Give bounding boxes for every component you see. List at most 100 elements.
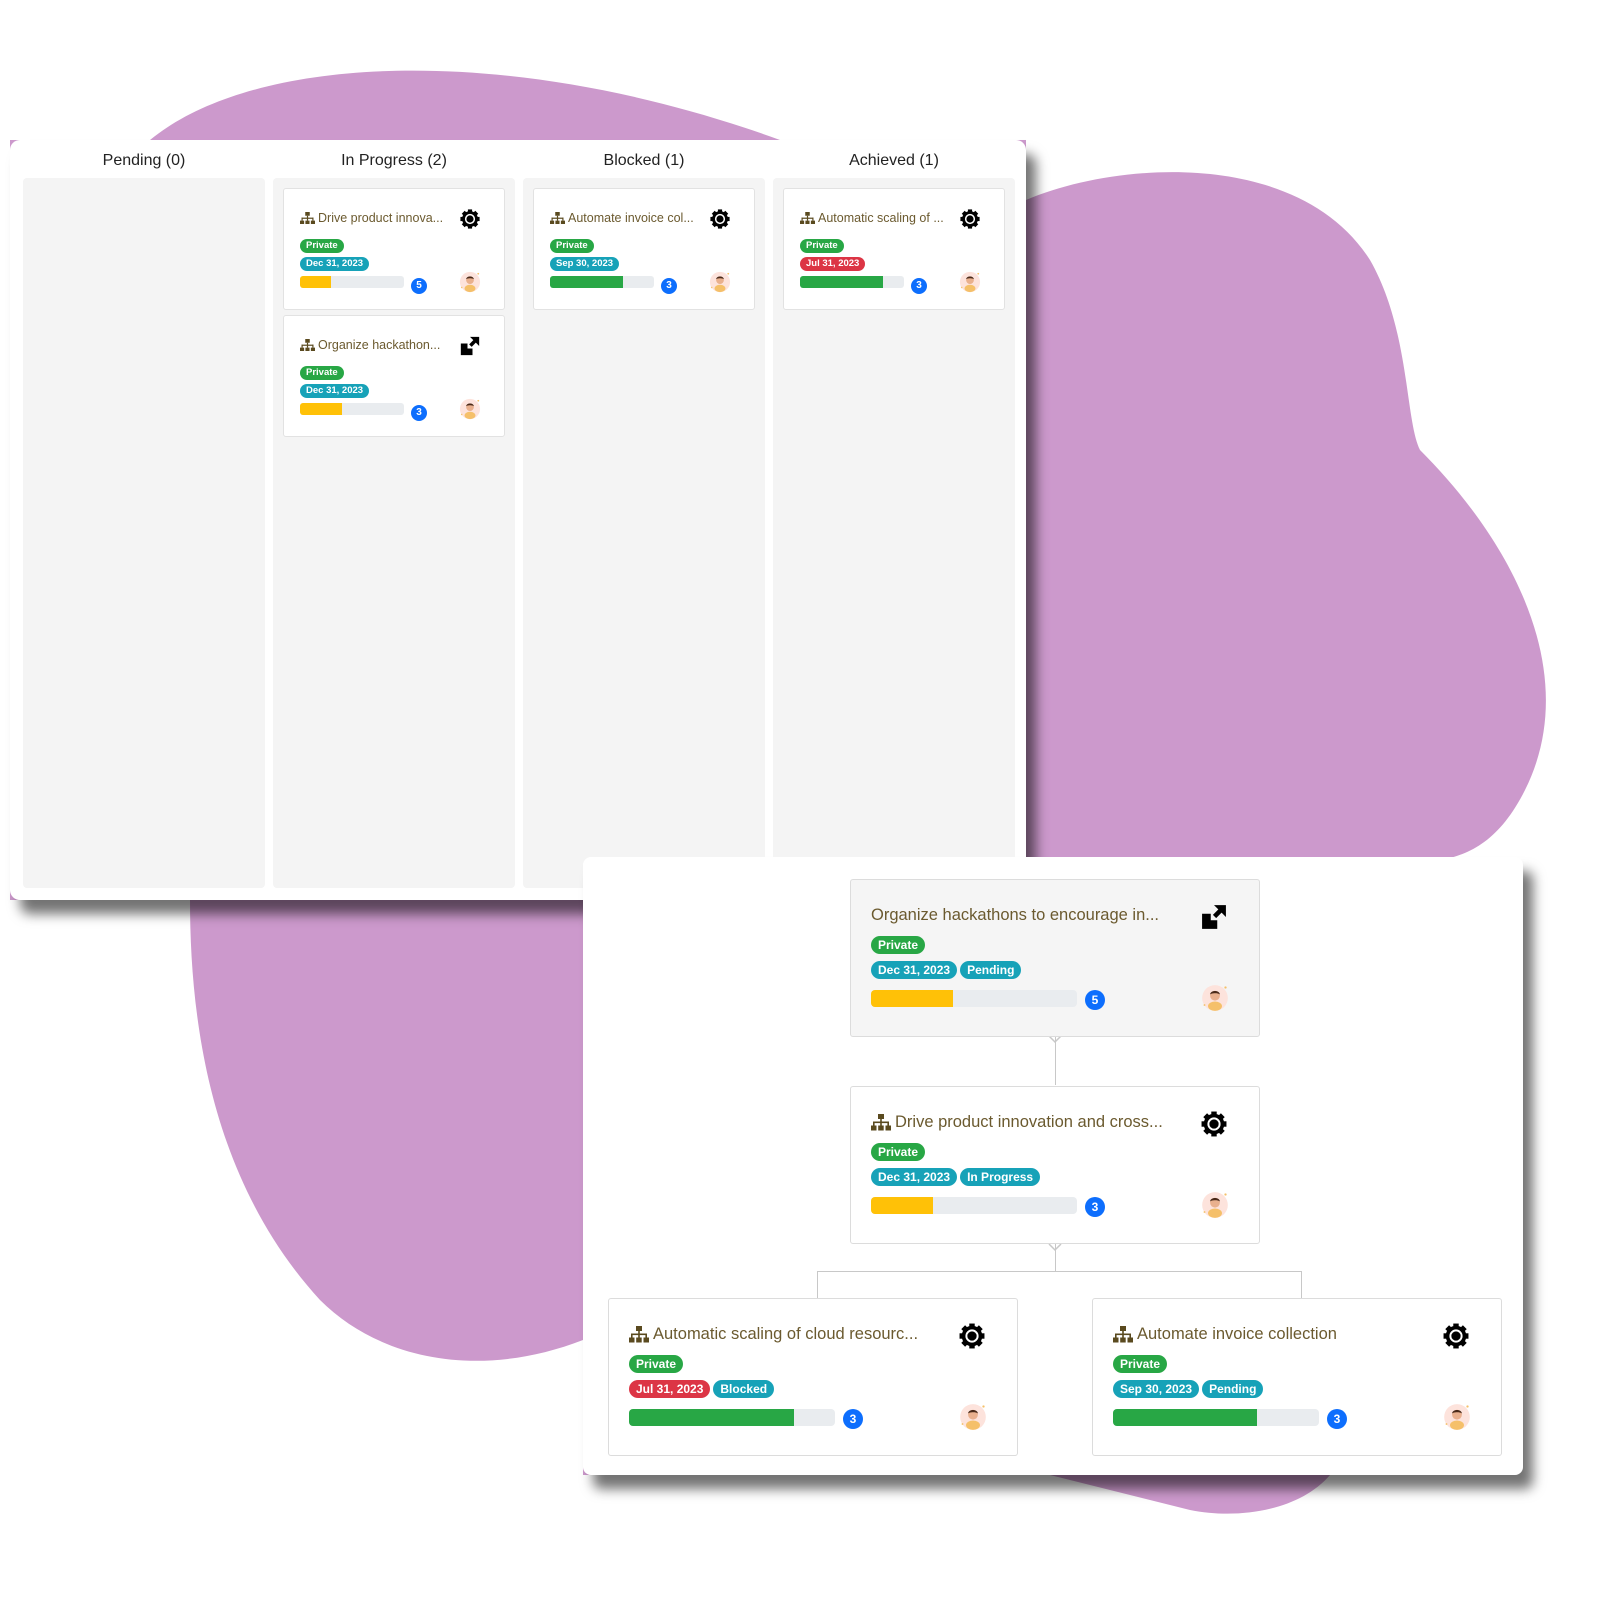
avatar[interactable]: [1201, 984, 1229, 1012]
sitemap-icon: [300, 338, 315, 351]
sitemap-icon: [550, 211, 565, 224]
connector-line: [817, 1271, 818, 1299]
gear-icon[interactable]: [460, 209, 480, 229]
card-title[interactable]: Organize hackathons to encourage in...: [871, 906, 1159, 925]
progress-bar: [800, 276, 904, 288]
count-badge: 3: [1327, 1409, 1347, 1429]
status-badge: Pending: [1202, 1380, 1264, 1398]
date-badge: Sep 30, 2023: [1113, 1380, 1200, 1398]
count-badge: 3: [843, 1409, 863, 1429]
kanban-column: Drive product innova... Private Dec 31, …: [273, 178, 515, 888]
tree-node-card[interactable]: Automate invoice collection Private Sep …: [1092, 1298, 1502, 1456]
tree-node-card[interactable]: Drive product innovation and cross... Pr…: [850, 1086, 1260, 1244]
avatar[interactable]: [459, 271, 481, 293]
sitemap-icon: [300, 211, 315, 224]
progress-bar: [550, 276, 654, 288]
goal-card[interactable]: Automate invoice col... Private Sep 30, …: [533, 188, 755, 310]
card-title-text: Organize hackathons to encourage in...: [871, 906, 1160, 924]
card-title[interactable]: Drive product innovation and cross...: [871, 1113, 1163, 1132]
visibility-badge: Private: [1113, 1355, 1168, 1373]
date-badge: Dec 31, 2023: [300, 384, 370, 398]
column-header: Blocked (1): [603, 152, 685, 169]
date-badge: Sep 30, 2023: [550, 257, 620, 271]
date-badge: Dec 31, 2023: [871, 961, 958, 979]
goal-card[interactable]: Organize hackathon... Private Dec 31, 20…: [283, 315, 505, 437]
tree-node-card[interactable]: Automatic scaling of cloud resourc... Pr…: [608, 1298, 1018, 1456]
goal-tree: Organize hackathons to encourage in... P…: [583, 857, 1523, 1475]
progress-bar: [871, 1197, 1077, 1214]
card-title-text: Automate invoice collection: [1137, 1325, 1337, 1343]
card-title-text: Automate invoice col...: [568, 211, 694, 225]
progress-fill: [629, 1409, 794, 1426]
count-badge: 3: [661, 278, 677, 294]
expand-icon[interactable]: [460, 336, 480, 356]
card-title[interactable]: Organize hackathon...: [300, 338, 440, 352]
column-header: Pending (0): [102, 152, 186, 169]
avatar[interactable]: [959, 1403, 987, 1431]
avatar[interactable]: [1443, 1403, 1471, 1431]
progress-fill: [871, 990, 954, 1007]
count-badge: 5: [411, 278, 427, 294]
gear-icon[interactable]: [959, 1323, 985, 1349]
avatar[interactable]: [459, 398, 481, 420]
kanban-column: [23, 178, 265, 888]
visibility-badge: Private: [629, 1355, 684, 1373]
connector-line: [1301, 1271, 1302, 1299]
gear-icon[interactable]: [710, 209, 730, 229]
date-badge: Dec 31, 2023: [300, 257, 370, 271]
count-badge: 5: [1085, 990, 1105, 1010]
card-title[interactable]: Automate invoice collection: [1113, 1325, 1337, 1344]
card-title-text: Automatic scaling of cloud resourc...: [653, 1325, 919, 1343]
column-header: Achieved (1): [849, 152, 939, 169]
card-title[interactable]: Automate invoice col...: [550, 211, 694, 225]
date-badge: Jul 31, 2023: [629, 1380, 711, 1398]
progress-fill: [550, 276, 623, 288]
status-badge: Pending: [960, 961, 1022, 979]
card-title-text: Drive product innova...: [318, 211, 444, 225]
goal-card[interactable]: Automatic scaling of ... Private Jul 31,…: [783, 188, 1005, 310]
avatar[interactable]: [1201, 1191, 1229, 1219]
sitemap-icon: [1113, 1326, 1133, 1343]
gear-icon[interactable]: [1201, 1111, 1227, 1137]
count-badge: 3: [911, 278, 927, 294]
progress-bar: [300, 403, 404, 415]
date-badge: Dec 31, 2023: [871, 1168, 958, 1186]
card-title[interactable]: Automatic scaling of cloud resourc...: [629, 1325, 918, 1344]
card-title-text: Drive product innovation and cross...: [895, 1113, 1163, 1131]
gear-icon[interactable]: [960, 209, 980, 229]
visibility-badge: Private: [300, 239, 344, 253]
kanban-column: Automatic scaling of ... Private Jul 31,…: [773, 178, 1015, 888]
visibility-badge: Private: [550, 239, 594, 253]
kanban-board: Pending (0) In Progress (2) Drive product…: [10, 140, 1026, 900]
progress-bar: [1113, 1409, 1319, 1426]
progress-bar: [300, 276, 404, 288]
tree-node-card[interactable]: Organize hackathons to encourage in... P…: [850, 879, 1260, 1037]
chevron-down-icon: [1048, 1243, 1062, 1252]
sitemap-icon: [629, 1326, 649, 1343]
expand-icon[interactable]: [1201, 904, 1227, 930]
card-title[interactable]: Automatic scaling of ...: [800, 211, 944, 225]
column-header: In Progress (2): [341, 152, 447, 169]
sitemap-icon: [871, 1114, 891, 1131]
date-badge: Jul 31, 2023: [800, 257, 866, 271]
progress-fill: [1113, 1409, 1258, 1426]
progress-fill: [300, 403, 342, 415]
card-title-text: Automatic scaling of ...: [818, 211, 944, 225]
connector-line: [817, 1271, 1301, 1272]
kanban-column: Automate invoice col... Private Sep 30, …: [523, 178, 765, 888]
gear-icon[interactable]: [1443, 1323, 1469, 1349]
progress-bar: [871, 990, 1077, 1007]
progress-fill: [871, 1197, 933, 1214]
count-badge: 3: [411, 405, 427, 421]
visibility-badge: Private: [871, 1143, 926, 1161]
goal-card[interactable]: Drive product innova... Private Dec 31, …: [283, 188, 505, 310]
status-badge: In Progress: [960, 1168, 1041, 1186]
visibility-badge: Private: [871, 936, 926, 954]
avatar[interactable]: [709, 271, 731, 293]
avatar[interactable]: [959, 271, 981, 293]
card-title-text: Organize hackathon...: [318, 338, 441, 352]
visibility-badge: Private: [800, 239, 844, 253]
card-title[interactable]: Drive product innova...: [300, 211, 443, 225]
visibility-badge: Private: [300, 366, 344, 380]
progress-fill: [300, 276, 332, 288]
